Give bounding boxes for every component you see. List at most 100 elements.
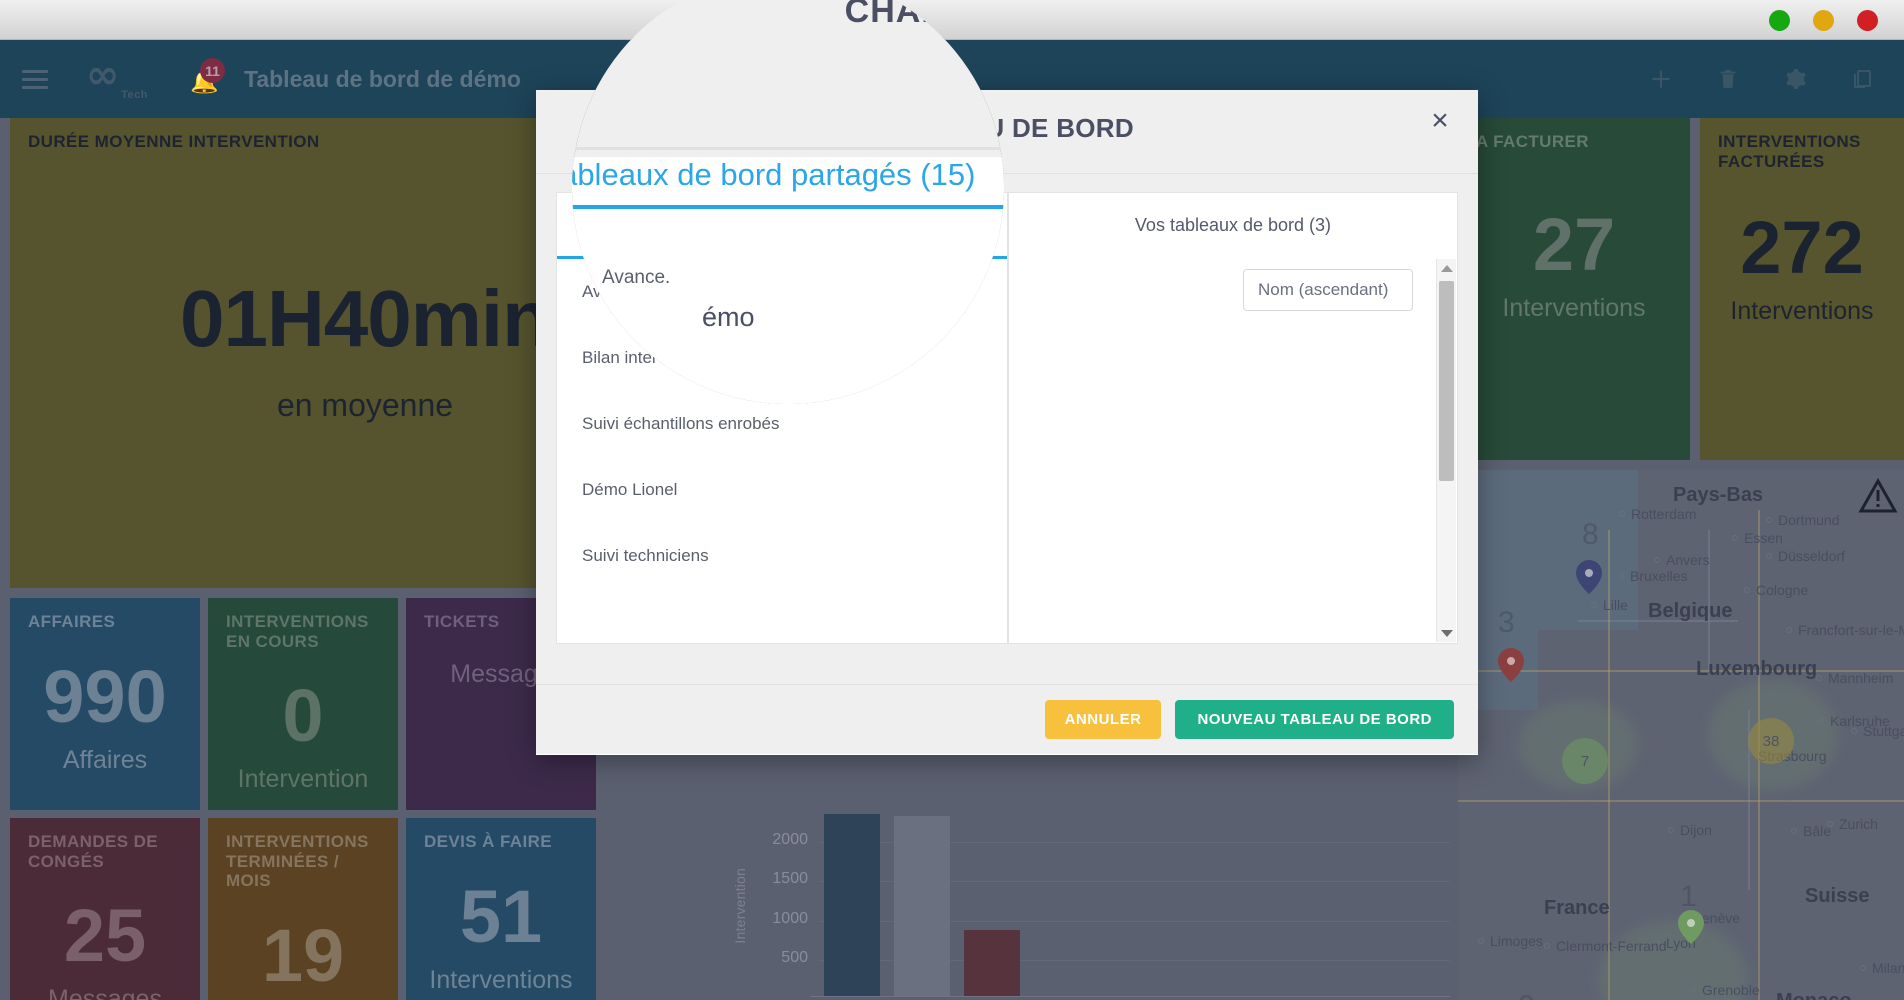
window-minimize-button[interactable] [1813, 10, 1834, 31]
list-item[interactable]: Démo Lionel [557, 457, 1007, 523]
add-icon[interactable] [1647, 65, 1675, 93]
map-city-dot [1668, 827, 1674, 833]
map-city-dot [1816, 675, 1822, 681]
own-dashboards-inner: Vos tableaux de bord (3) Nom (ascendant) [1008, 192, 1458, 644]
chart-tick-label: 1500 [772, 870, 808, 888]
map-city-label: Stuttgart [1863, 723, 1904, 739]
scrollbar-thumb[interactable] [1439, 281, 1454, 481]
tile-value: 19 [261, 913, 345, 997]
map-city-dot [1619, 511, 1625, 517]
map-city-label: Düsseldorf [1778, 548, 1845, 564]
os-titlebar [0, 0, 1904, 40]
scroll-up-arrow-icon[interactable] [1437, 259, 1456, 277]
map-location-pin[interactable] [1576, 560, 1602, 594]
chart-tick-label: 500 [781, 949, 808, 967]
map-city-dot [1860, 965, 1866, 971]
tile-interventions-en-cours[interactable]: INTERVENTIONS EN COURS 0 Intervention [208, 598, 398, 810]
tile-title: INTERVENTIONS EN COURS [226, 612, 369, 651]
map-ghost-number: 2 [1518, 990, 1535, 1000]
tile-subtitle: Interventions [1730, 297, 1874, 326]
map-location-pin[interactable] [1678, 910, 1704, 944]
map-city-dot [1744, 587, 1750, 593]
app-logo[interactable]: ∞ Tech [86, 55, 150, 102]
map-city-label: Cologne [1756, 582, 1809, 598]
logo-subtext: Tech [121, 89, 148, 101]
map-country-label: Belgique [1648, 600, 1733, 622]
nav-left-group: ∞ Tech 🔔 11 Tableau de bord de démo [0, 40, 521, 118]
tab-shared-label: Tableaux de bord partagés (15) [615, 211, 949, 238]
tile-devis-a-faire[interactable]: DEVIS À FAIRE 51 Interventions [406, 818, 596, 1000]
map-city-dot [1732, 535, 1738, 541]
interventions-map[interactable]: Pays-Bas Belgique Luxembourg France Suisse Mo… [1458, 470, 1904, 1000]
list-item[interactable]: Suivi échantillons enrobés [557, 391, 1007, 457]
window-maximize-button[interactable] [1857, 10, 1878, 31]
map-city-dot [1791, 828, 1797, 834]
map-city-label: Essen [1744, 530, 1783, 546]
interventions-bar-chart[interactable]: Intervention 500 1000 1500 2000 [720, 814, 1450, 1000]
hamburger-icon[interactable] [22, 69, 48, 89]
tile-subtitle: Interventions [1502, 293, 1646, 322]
tile-subtitle: Affaires [62, 745, 148, 774]
map-city-dot [1478, 938, 1484, 944]
list-item[interactable]: Suivi techniciens [557, 523, 1007, 589]
map-city-label: Dijon [1680, 822, 1712, 838]
map-city-dot [1851, 728, 1857, 734]
tile-a-facturer[interactable]: A FACTURER 27 Interventions [1458, 118, 1690, 460]
map-city-dot [1690, 987, 1696, 993]
notification-count-badge: 11 [200, 58, 225, 83]
tile-title: INTERVENTIONS FACTURÉES [1718, 132, 1861, 171]
trash-icon[interactable] [1714, 65, 1742, 93]
list-item[interactable]: Avancement [557, 259, 1007, 325]
tile-value: 0 [282, 674, 324, 758]
tile-interventions-terminees-mois[interactable]: INTERVENTIONS TERMINÉES / MOIS 19 Interv… [208, 818, 398, 1000]
app-root: ∞ Tech 🔔 11 Tableau de bord de démo DURÉ… [0, 0, 1904, 1000]
chart-y-ticks: 500 1000 1500 2000 [748, 818, 814, 1000]
new-dashboard-button[interactable]: NOUVEAU TABLEAU DE BORD [1175, 700, 1454, 739]
map-location-pin[interactable] [1498, 648, 1524, 682]
tile-title: AFFAIRES [28, 612, 116, 631]
own-list-scrollbar[interactable] [1436, 259, 1456, 642]
tile-subtitle: Interventions [429, 965, 573, 994]
tile-value: 25 [63, 894, 147, 978]
map-cluster-marker: 7 [1562, 738, 1608, 784]
tab-own-label: Vos tableaux de bord (3) [1134, 215, 1332, 235]
map-road [1458, 800, 1904, 802]
chart-baseline [810, 996, 1450, 997]
map-city-label: Milan [1872, 960, 1904, 976]
map-city-label: Mannheim [1828, 670, 1894, 686]
shared-dashboards-list[interactable]: Avancement Bilan interventions Suivi échan… [557, 259, 1007, 643]
map-city-dot [1786, 627, 1792, 633]
list-item[interactable]: Bilan interventions [557, 325, 1007, 391]
warning-triangle-icon[interactable] [1858, 477, 1898, 514]
tile-demandes-de-conges[interactable]: DEMANDES DE CONGÉS 25 Messages [10, 818, 200, 1000]
chart-y-axis-label: Intervention [732, 868, 748, 944]
tile-interventions-facturees[interactable]: INTERVENTIONS FACTURÉES 272 Intervention… [1700, 118, 1904, 460]
map-city-label: Lille [1603, 597, 1628, 613]
tab-shared-dashboards[interactable]: Tableaux de bord partagés (15) [557, 193, 1007, 259]
map-country-label: Monaco [1776, 990, 1852, 1000]
map-city-dot [1544, 943, 1550, 949]
map-city-dot [1654, 557, 1660, 563]
tile-affaires[interactable]: AFFAIRES 990 Affaires [10, 598, 200, 810]
chart-bar [894, 815, 950, 996]
tile-value: 990 [43, 654, 167, 738]
notifications-button[interactable]: 🔔 11 [188, 58, 225, 96]
map-ghost-number: 1 [1680, 880, 1697, 913]
tile-subtitle: Intervention [237, 765, 369, 794]
modal-title: TABLEAU DE BORD [880, 113, 1134, 143]
tab-own-dashboards[interactable]: Vos tableaux de bord (3) [1009, 193, 1457, 259]
sort-select[interactable]: Nom (ascendant) [1243, 269, 1413, 311]
map-city-dot [1827, 821, 1833, 827]
window-controls [1769, 10, 1878, 31]
window-close-button[interactable] [1769, 10, 1790, 31]
map-city-label: Zurich [1839, 816, 1878, 832]
map-city-label: Rotterdam [1631, 506, 1697, 522]
map-city-dot [1766, 553, 1772, 559]
cancel-button[interactable]: ANNULER [1044, 700, 1162, 739]
scroll-down-arrow-icon[interactable] [1437, 624, 1456, 642]
chart-bars [818, 814, 1450, 996]
copy-icon[interactable] [1848, 65, 1876, 93]
gear-icon[interactable] [1781, 65, 1809, 93]
chart-tick-label: 2000 [772, 830, 808, 848]
close-icon[interactable]: × [1424, 106, 1456, 138]
